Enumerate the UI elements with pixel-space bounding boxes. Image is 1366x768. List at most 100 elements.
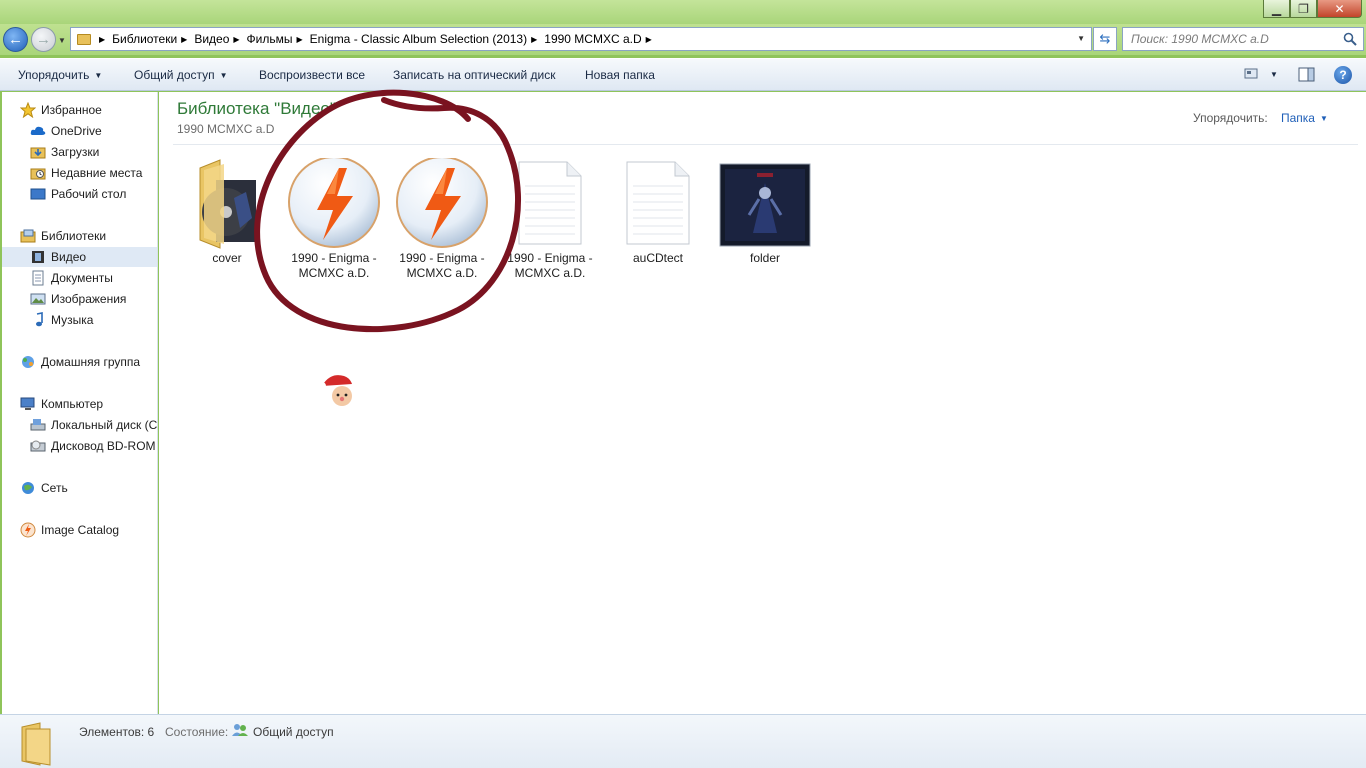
sidebar-item-music[interactable]: Музыка xyxy=(30,310,93,330)
sidebar-item-pictures[interactable]: Изображения xyxy=(30,289,126,309)
sidebar-item-homegroup[interactable]: Домашняя группа xyxy=(20,352,140,372)
text-document-icon xyxy=(623,158,693,249)
chevron-down-icon: ▼ xyxy=(94,71,103,80)
arrange-by-label: Упорядочить: xyxy=(1193,111,1268,125)
address-bar[interactable]: ▶ Библиотеки ▶ Видео ▶ Фильмы ▶ Enigma - Cl… xyxy=(70,27,1092,51)
chevron-right-icon[interactable]: ▶ xyxy=(297,35,303,44)
file-name: 1990 - Enigma - MCMXC a.D. xyxy=(507,251,593,280)
file-item[interactable]: 1990 - Enigma - MCMXC a.D. xyxy=(497,158,603,288)
film-strip-icon xyxy=(30,249,46,265)
window-controls: ▁ ❐ ✕ xyxy=(1263,0,1362,18)
sidebar-item-recent[interactable]: Недавние места xyxy=(30,163,142,183)
organize-button[interactable]: Упорядочить ▼ xyxy=(18,68,102,82)
file-name: 1990 - Enigma - MCMXC a.D. xyxy=(399,251,485,280)
sidebar-item-favorites[interactable]: Избранное xyxy=(20,100,102,120)
navigation-pane: Избранное OneDrive Загрузки Недавние мес… xyxy=(2,92,158,714)
file-item[interactable]: 1990 - Enigma - MCMXC a.D. xyxy=(389,156,495,288)
chevron-right-icon[interactable]: ▶ xyxy=(531,35,537,44)
minimize-icon: ▁ xyxy=(1271,1,1282,16)
help-button[interactable]: ? xyxy=(1334,66,1352,84)
maximize-icon: ❐ xyxy=(1298,1,1309,16)
forward-button[interactable]: → xyxy=(31,27,56,52)
breadcrumb-video[interactable]: Видео ▶ xyxy=(194,32,246,46)
change-view-icon[interactable] xyxy=(1244,67,1260,81)
chevron-right-icon[interactable]: ▶ xyxy=(99,35,105,44)
sidebar-item-documents[interactable]: Документы xyxy=(30,268,113,288)
sidebar-item-libraries[interactable]: Библиотеки xyxy=(20,226,106,246)
libraries-icon xyxy=(20,228,36,244)
arrow-left-icon: ← xyxy=(8,31,23,48)
sidebar-item-onedrive[interactable]: OneDrive xyxy=(30,121,102,141)
burn-button[interactable]: Записать на оптический диск xyxy=(393,68,556,82)
file-item[interactable]: auCDtect xyxy=(605,158,711,288)
recent-places-icon xyxy=(30,165,46,181)
breadcrumb-films[interactable]: Фильмы ▶ xyxy=(247,32,310,46)
help-icon: ? xyxy=(1339,68,1347,82)
chevron-right-icon[interactable]: ▶ xyxy=(181,35,187,44)
state-label: Состояние: xyxy=(165,725,229,739)
refresh-icon: ⇆ xyxy=(1099,31,1111,46)
breadcrumb-current[interactable]: 1990 MCMXC a.D ▶ xyxy=(544,32,659,46)
search-icon[interactable] xyxy=(1341,30,1359,48)
file-item[interactable]: folder xyxy=(712,158,818,288)
chevron-right-icon[interactable]: ▶ xyxy=(233,35,239,44)
refresh-button[interactable]: ⇆ xyxy=(1093,27,1117,51)
network-icon xyxy=(20,480,36,496)
sidebar-item-network[interactable]: Сеть xyxy=(20,478,68,498)
text-document-icon xyxy=(515,158,585,249)
album-cover-image-icon xyxy=(719,163,811,250)
optical-drive-icon xyxy=(30,438,46,454)
sidebar-item-video[interactable]: Видео xyxy=(2,247,157,267)
folder-icon xyxy=(20,721,54,768)
view-options-dropdown[interactable]: ▼ xyxy=(1270,70,1278,79)
content-pane: Библиотека "Видео" 1990 MCMXC a.D Упоряд… xyxy=(159,92,1366,714)
cloud-icon xyxy=(30,123,46,139)
search-input[interactable] xyxy=(1123,29,1341,49)
santa-icon xyxy=(314,370,370,420)
recent-pages-dropdown[interactable]: ▼ xyxy=(58,36,66,45)
folder-with-cd-icon xyxy=(194,158,260,253)
minimize-button[interactable]: ▁ xyxy=(1263,0,1290,18)
music-note-icon xyxy=(30,312,46,328)
new-folder-button[interactable]: Новая папка xyxy=(585,68,655,82)
file-item[interactable]: 1990 - Enigma - MCMXC a.D. xyxy=(281,156,387,288)
sidebar-item-bd-rom[interactable]: Дисковод BD-ROM xyxy=(30,436,156,456)
file-name: folder xyxy=(749,251,781,265)
header-divider xyxy=(173,144,1358,145)
arrange-by-dropdown[interactable]: Папка ▼ xyxy=(1281,111,1328,125)
chevron-down-icon: ▼ xyxy=(219,71,228,80)
status-bar: Элементов: 6 Состояние: Общий доступ xyxy=(0,714,1366,768)
breadcrumb-libraries[interactable]: Библиотеки ▶ xyxy=(112,32,194,46)
sidebar-item-image-catalog[interactable]: Image Catalog xyxy=(20,520,119,540)
lightning-app-icon xyxy=(395,156,489,255)
image-catalog-icon xyxy=(20,522,36,538)
file-name: 1990 - Enigma - MCMXC a.D. xyxy=(291,251,377,280)
search-box[interactable] xyxy=(1122,27,1364,51)
share-button[interactable]: Общий доступ ▼ xyxy=(134,68,228,82)
back-button[interactable]: ← xyxy=(3,27,28,52)
folder-subtitle: 1990 MCMXC a.D xyxy=(177,122,275,136)
sidebar-item-computer[interactable]: Компьютер xyxy=(20,394,103,414)
pictures-icon xyxy=(30,291,46,307)
sidebar-item-local-disk[interactable]: Локальный диск (C xyxy=(30,415,157,435)
breadcrumb-enigma[interactable]: Enigma - Classic Album Selection (2013) ▶ xyxy=(310,32,545,46)
folder-icon xyxy=(77,33,91,45)
file-name: cover xyxy=(212,251,242,265)
star-icon xyxy=(20,102,36,118)
file-name: auCDtect xyxy=(632,251,684,265)
close-button[interactable]: ✕ xyxy=(1317,0,1362,18)
close-icon: ✕ xyxy=(1334,1,1345,16)
play-all-button[interactable]: Воспроизвести все xyxy=(259,68,365,82)
sidebar-item-downloads[interactable]: Загрузки xyxy=(30,142,99,162)
command-bar: Упорядочить ▼ Общий доступ ▼ Воспроизвести… xyxy=(0,58,1366,91)
state-value: Общий доступ xyxy=(253,725,334,739)
sidebar-item-desktop[interactable]: Рабочий стол xyxy=(30,184,126,204)
shared-users-icon xyxy=(232,723,248,740)
address-history-dropdown[interactable]: ▼ xyxy=(1077,34,1085,43)
chevron-right-icon[interactable]: ▶ xyxy=(646,35,652,44)
maximize-button[interactable]: ❐ xyxy=(1290,0,1317,18)
desktop-icon xyxy=(30,186,46,202)
address-row: ← → ▼ ▶ Библиотеки ▶ Видео ▶ Фильмы ▶ Enigm… xyxy=(0,24,1366,55)
preview-pane-icon[interactable] xyxy=(1298,67,1315,82)
file-item[interactable]: cover xyxy=(174,158,280,288)
